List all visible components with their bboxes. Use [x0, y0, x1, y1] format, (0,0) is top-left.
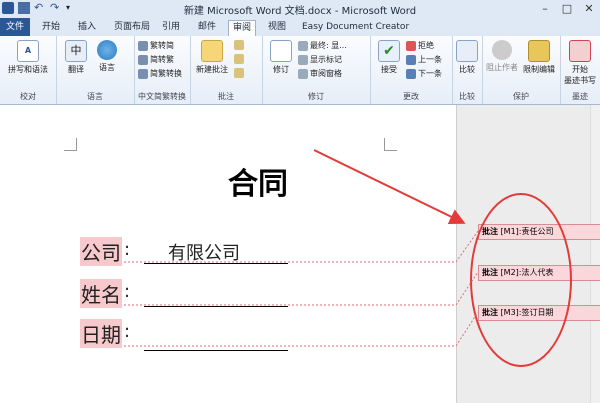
tab-view[interactable]: 视图: [264, 20, 290, 35]
tab-insert[interactable]: 插入: [74, 20, 100, 35]
field-colon: :: [124, 239, 131, 260]
document-title[interactable]: 合同: [228, 159, 288, 203]
globe-icon: [97, 40, 117, 60]
restrict-editing-button[interactable]: 限制编辑: [520, 40, 558, 75]
ribbon-review: A 拼写和语法 校对 中 翻译 语言 语言 繁转简 简转繁 简繁转换 中文简繁转…: [0, 36, 600, 105]
tab-page-layout[interactable]: 页面布局: [110, 20, 154, 35]
block-authors-icon: [492, 40, 512, 60]
pen-icon: [569, 40, 591, 62]
translate-icon: 中: [65, 40, 87, 62]
display-review-icon: [298, 40, 308, 51]
spelling-grammar-button[interactable]: A 拼写和语法: [2, 40, 54, 75]
field-label-date[interactable]: 日期: [80, 319, 122, 348]
next-icon: [406, 68, 416, 79]
field-colon: :: [124, 321, 131, 342]
new-comment-icon: [201, 40, 223, 62]
lock-icon: [528, 40, 550, 62]
field-underline: [144, 263, 288, 264]
prev-comment-icon: [234, 54, 244, 64]
window-controls: – □ ✕: [534, 0, 600, 18]
group-ink: 开始 墨迹书写 墨迹: [560, 36, 600, 104]
delete-comment-button[interactable]: [234, 40, 244, 50]
tab-references[interactable]: 引用: [158, 20, 184, 35]
field-underline: [144, 306, 288, 307]
window-title: 新建 Microsoft Word 文档.docx - Microsoft Wo…: [183, 6, 417, 17]
ribbon-tabs: 文件 开始 插入 页面布局 引用 邮件 审阅 视图 Easy Document …: [0, 18, 600, 37]
reviewing-pane-icon: [298, 68, 308, 79]
group-chinese-conversion: 繁转简 简转繁 简繁转换 中文简繁转换: [134, 36, 191, 104]
next-comment-icon: [234, 68, 244, 78]
accept-icon: ✔: [378, 40, 400, 62]
group-compare: 比较 比较: [452, 36, 483, 104]
simp-to-trad-button[interactable]: 简转繁: [138, 54, 174, 65]
tab-review[interactable]: 审阅: [228, 20, 257, 36]
field-value-company[interactable]: 有限公司: [168, 239, 240, 265]
start-inking-button[interactable]: 开始 墨迹书写: [562, 40, 598, 86]
track-changes-icon: [270, 40, 292, 62]
tab-file[interactable]: 文件: [0, 18, 30, 36]
maximize-button[interactable]: □: [556, 0, 578, 18]
track-changes-button[interactable]: 修订: [266, 40, 296, 75]
group-comments: 新建批注 批注: [190, 36, 263, 104]
group-changes: ✔ 接受 拒绝 上一条 下一条 更改: [370, 36, 453, 104]
next-comment-button[interactable]: [234, 68, 244, 78]
show-markup-button[interactable]: 显示标记: [298, 54, 342, 65]
tab-mailings[interactable]: 邮件: [194, 20, 220, 35]
group-language: 中 翻译 语言 语言: [56, 36, 135, 104]
prev-comment-button[interactable]: [234, 54, 244, 64]
convert-button[interactable]: 简繁转换: [138, 68, 182, 79]
translate-button[interactable]: 中 翻译: [60, 40, 92, 75]
reviewing-pane-button[interactable]: 审阅窗格: [298, 68, 342, 79]
vertical-scrollbar[interactable]: [590, 105, 600, 403]
group-tracking: 修订 最终: 显... 显示标记 审阅窗格 修订: [262, 36, 371, 104]
spelling-icon: A: [17, 40, 39, 62]
field-label-name[interactable]: 姓名: [80, 279, 122, 308]
tab-easy-document-creator[interactable]: Easy Document Creator: [298, 20, 413, 35]
previous-icon: [406, 54, 416, 65]
language-button[interactable]: 语言: [92, 40, 122, 73]
new-comment-button[interactable]: 新建批注: [192, 40, 232, 75]
close-button[interactable]: ✕: [578, 0, 600, 18]
simp-to-trad-icon: [138, 54, 148, 65]
group-proofing: A 拼写和语法 校对: [0, 36, 57, 104]
field-label-company[interactable]: 公司: [80, 237, 122, 266]
show-markup-icon: [298, 54, 308, 65]
reject-icon: [406, 40, 416, 51]
crop-mark-top-right: [384, 138, 397, 151]
annotation-ellipse: [470, 193, 572, 367]
accept-button[interactable]: ✔ 接受: [374, 40, 404, 75]
group-protect: 阻止作者 限制编辑 保护: [482, 36, 561, 104]
delete-comment-icon: [234, 40, 244, 50]
reject-button[interactable]: 拒绝: [406, 40, 434, 51]
field-colon: :: [124, 281, 131, 302]
minimize-button[interactable]: –: [534, 0, 556, 18]
title-bar: ↶ ↷ ▾ 新建 Microsoft Word 文档.docx - Micros…: [0, 0, 600, 19]
display-for-review-select[interactable]: 最终: 显...: [298, 40, 347, 51]
compare-icon: [456, 40, 478, 62]
next-change-button[interactable]: 下一条: [406, 68, 442, 79]
trad-to-simp-icon: [138, 40, 148, 51]
tab-home[interactable]: 开始: [38, 20, 64, 35]
convert-icon: [138, 68, 148, 79]
crop-mark-top-left: [64, 138, 77, 151]
trad-to-simp-button[interactable]: 繁转简: [138, 40, 174, 51]
field-underline: [144, 350, 288, 351]
compare-button[interactable]: 比较: [455, 40, 479, 75]
previous-change-button[interactable]: 上一条: [406, 54, 442, 65]
block-authors-button[interactable]: 阻止作者: [484, 40, 520, 73]
